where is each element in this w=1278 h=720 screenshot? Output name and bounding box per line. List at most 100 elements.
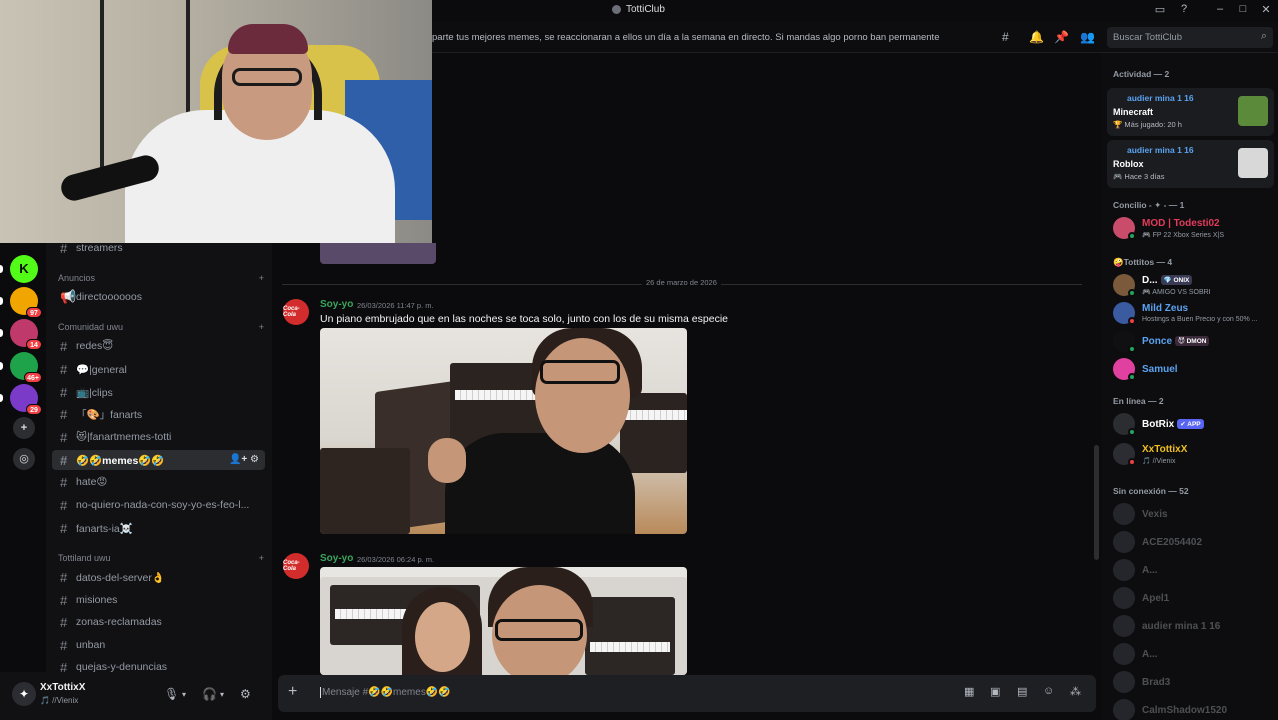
server-icon[interactable]: 46+ xyxy=(10,352,42,383)
channel-redes[interactable]: # redes😇 xyxy=(52,336,265,356)
message-author[interactable]: Soy-yo xyxy=(320,299,353,310)
member-tag: 😈 DMON xyxy=(1175,336,1210,346)
server-icon[interactable]: 29 xyxy=(10,384,42,415)
member-item[interactable]: Ponce 😈 DMON xyxy=(1113,326,1273,356)
avatar[interactable]: Coca-Cola xyxy=(283,299,309,325)
server-icon[interactable]: + xyxy=(13,417,35,439)
activity-card[interactable]: audier mina 1 16 Minecraft 🏆 Más jugado: 2… xyxy=(1107,88,1274,136)
channel-misiones[interactable]: # misiones xyxy=(52,590,265,610)
avatar xyxy=(1113,559,1135,581)
chevron-down-icon[interactable]: ▾ xyxy=(182,690,186,699)
channel-zonas[interactable]: # zonas-reclamadas xyxy=(52,612,265,632)
server-icon[interactable]: K xyxy=(10,255,38,283)
add-channel-icon[interactable]: + xyxy=(259,273,264,283)
headphones-icon[interactable]: 🎧 xyxy=(202,687,217,701)
channel-topic[interactable]: parte tus mejores memes, se reaccionaran… xyxy=(432,32,940,43)
member-tag: 💎 ONIX xyxy=(1160,275,1193,285)
person-hand xyxy=(428,438,466,483)
minimize-button[interactable]: – xyxy=(1212,3,1228,15)
user-name[interactable]: XxTottixX xyxy=(40,682,85,693)
inbox-icon[interactable]: ▭ xyxy=(1152,3,1168,16)
message-image[interactable] xyxy=(320,567,687,675)
search-input[interactable]: Buscar TottiClub ⌕ xyxy=(1107,27,1273,48)
member-item-offline[interactable]: A... xyxy=(1113,639,1273,669)
server-icon[interactable]: 14 xyxy=(10,319,42,350)
avatar xyxy=(1113,503,1135,525)
close-button[interactable]: ✕ xyxy=(1258,3,1274,16)
unread-badge: 14 xyxy=(26,339,42,350)
avatar xyxy=(1113,671,1135,693)
member-item-offline[interactable]: A... xyxy=(1113,555,1273,585)
user-panel: ✦ XxTottixX 🎵 //Vienix 🎙 ▾ 🎧 ▾ ⚙ xyxy=(0,672,272,720)
glasses xyxy=(495,619,583,641)
settings-gear-icon[interactable]: ⚙ xyxy=(240,687,251,701)
activity-user[interactable]: audier mina 1 16 xyxy=(1127,145,1194,155)
server-icon[interactable]: ◎ xyxy=(13,448,35,470)
message-timestamp: 26/03/2026 11:47 p. m. xyxy=(357,301,434,310)
game-icon xyxy=(1238,148,1268,178)
help-icon[interactable]: ? xyxy=(1176,3,1192,15)
microphone-icon[interactable]: 🎙 xyxy=(164,687,179,701)
channel-hate[interactable]: # hate😡 xyxy=(52,472,265,492)
member-name: Apel1 xyxy=(1142,593,1170,604)
member-item[interactable]: BotRix ✔ APP xyxy=(1113,409,1273,439)
gift-icon[interactable]: ▦ xyxy=(964,685,974,698)
offline-header: Sin conexión — 52 xyxy=(1113,486,1189,496)
add-channel-icon[interactable]: + xyxy=(259,553,264,563)
bell-icon[interactable]: 🔔 xyxy=(1029,30,1044,44)
channel-directoooooos[interactable]: 📢 directoooooos xyxy=(52,287,265,307)
member-item[interactable]: Mild Zeus Hostings a Buen Precio y con 50… xyxy=(1113,298,1273,328)
attach-button[interactable]: + xyxy=(288,683,297,701)
gif-icon[interactable]: ▣ xyxy=(990,685,1000,698)
category-comunidad[interactable]: Comunidad uwu + xyxy=(58,322,264,332)
activity-card[interactable]: audier mina 1 16 Roblox 🎮 Hace 3 días xyxy=(1107,140,1274,188)
channel-datos[interactable]: # datos-del-server👌 xyxy=(52,567,265,587)
search-placeholder: Buscar TottiClub xyxy=(1113,32,1182,43)
channel-memes[interactable]: # 🤣🤣memes🤣🤣 👤+ ⚙ xyxy=(52,450,265,470)
member-item-offline[interactable]: CalmShadow1520 xyxy=(1113,695,1273,720)
message-input[interactable]: Mensaje #🤣🤣memes🤣🤣 xyxy=(320,687,451,698)
member-item[interactable]: XxTottixX 🎵 //Vienix xyxy=(1113,439,1273,469)
member-item-offline[interactable]: Apel1 xyxy=(1113,583,1273,613)
user-avatar[interactable]: ✦ xyxy=(12,682,36,706)
member-item-offline[interactable]: ACE2054402 xyxy=(1113,527,1273,557)
apps-icon[interactable]: ⁂ xyxy=(1070,685,1081,698)
members-icon[interactable]: 👥 xyxy=(1080,30,1095,44)
avatar[interactable]: Coca-Cola xyxy=(283,553,309,579)
member-item[interactable]: Samuel xyxy=(1113,354,1273,384)
sticker-icon[interactable]: ▤ xyxy=(1017,685,1027,698)
member-name: BotRix ✔ APP xyxy=(1142,419,1204,430)
activity-user[interactable]: audier mina 1 16 xyxy=(1127,93,1194,103)
channel-fanarts-ia[interactable]: # fanarts-ia☠️ xyxy=(52,518,265,538)
maximize-button[interactable]: □ xyxy=(1235,3,1251,15)
status-indicator xyxy=(1128,345,1136,353)
member-item-offline[interactable]: audier mina 1 16 xyxy=(1113,611,1273,641)
message-image[interactable] xyxy=(320,328,687,534)
channel-unban[interactable]: # unban xyxy=(52,635,265,655)
message-author[interactable]: Soy-yo xyxy=(320,553,353,564)
pin-icon[interactable]: 📌 xyxy=(1054,30,1069,44)
category-tottiland[interactable]: Tottiland uwu + xyxy=(58,553,264,563)
emoji-icon[interactable]: ☺ xyxy=(1043,685,1054,697)
channel-label: hate😡 xyxy=(76,476,108,488)
channel-label: 「🎨」fanarts xyxy=(76,408,143,421)
channel-no-quiero[interactable]: # no-quiero-nada-con-soy-yo-es-feo-l... xyxy=(52,495,265,515)
member-item[interactable]: D... 💎 ONIX 🎮 AMIGO VS SOBRI xyxy=(1113,270,1273,300)
channel-clips[interactable]: # 📺|clips xyxy=(52,382,265,402)
threads-icon[interactable]: # xyxy=(1002,30,1009,44)
member-item-offline[interactable]: Vexis xyxy=(1113,499,1273,529)
channel-fanarts[interactable]: # 「🎨」fanarts xyxy=(52,404,265,424)
category-anuncios[interactable]: Anuncios + xyxy=(58,273,264,283)
channel-general[interactable]: # 💬|general xyxy=(52,359,265,379)
user-status: 🎵 //Vienix xyxy=(40,696,79,705)
member-item[interactable]: MOD | Todesti02 🎮 FP 22 Xbox Series X|S xyxy=(1113,213,1273,243)
message-composer[interactable]: + Mensaje #🤣🤣memes🤣🤣 ▦ ▣ ▤ ☺ ⁂ xyxy=(278,675,1096,712)
server-icon[interactable]: 97 xyxy=(10,287,42,318)
channel-settings-icon[interactable]: 👤+ ⚙ xyxy=(229,454,259,465)
chat-scrollbar[interactable] xyxy=(1094,445,1099,560)
channel-label: misiones xyxy=(76,594,118,606)
channel-fanartmemes[interactable]: # 😻|fanartmemes-totti xyxy=(52,427,265,447)
chevron-down-icon[interactable]: ▾ xyxy=(220,690,224,699)
member-item-offline[interactable]: Brad3 xyxy=(1113,667,1273,697)
add-channel-icon[interactable]: + xyxy=(259,322,264,332)
